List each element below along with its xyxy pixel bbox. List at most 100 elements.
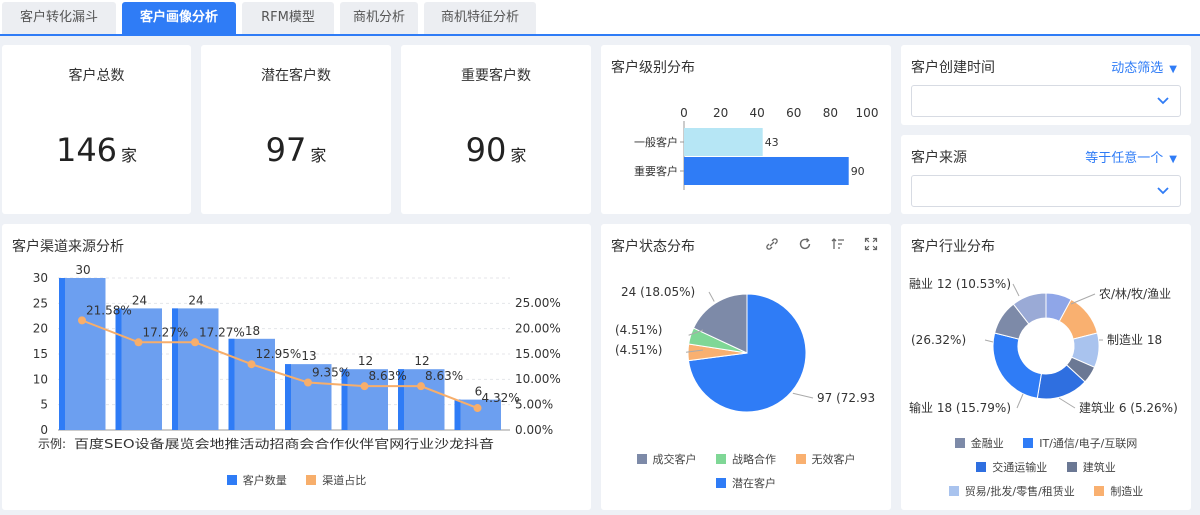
kpi-title: 潜在客户数 [261, 68, 331, 84]
count-bar-edge [285, 364, 291, 430]
legend-swatch [1094, 486, 1105, 496]
tab-opportunity-analysis[interactable]: 商机分析 [340, 2, 418, 34]
line-value-label: 21.58% [86, 303, 132, 317]
legend-swatch [636, 454, 647, 464]
y2-tick-label: 15.00% [515, 347, 561, 361]
y2-tick-label: 25.00% [515, 296, 561, 310]
tab-conversion-funnel[interactable]: 客户转化漏斗 [2, 2, 116, 34]
legend-label: 交通运输业 [992, 461, 1048, 474]
tab-rfm-model[interactable]: RFM模型 [242, 2, 334, 34]
filter-action-label: 等于任意一个 [1085, 151, 1164, 166]
line-value-label: 9.35% [312, 366, 350, 380]
legend-label: 建筑业 [1082, 461, 1116, 474]
legend-swatch [795, 454, 806, 464]
tab-customer-profile[interactable]: 客户画像分析 [122, 2, 236, 34]
x-tick-label: 40 [750, 106, 765, 120]
chevron-down-icon [1156, 93, 1170, 107]
label-leader-line [1058, 397, 1076, 409]
industry-donut-slice [992, 332, 1042, 399]
legend-item-construction[interactable]: 建筑业 [1066, 456, 1116, 480]
x-tick-label: 80 [823, 106, 838, 120]
kpi-number: 146 [55, 131, 118, 169]
industry-legend: 金融业 IT/通信/电子/互联网 交通运输业 建筑业 贸易/批发/零售/租赁业 … [901, 432, 1191, 504]
legend-item-trade[interactable]: 贸易/批发/零售/租赁业 [948, 480, 1075, 504]
ratio-point [191, 338, 199, 347]
label-leader-line [792, 392, 814, 399]
slice-label: 融业 12 (10.53%) [909, 277, 1011, 291]
legend-swatch [226, 475, 237, 485]
y-tick-label: 20 [33, 322, 48, 336]
kpi-number: 90 [465, 131, 507, 169]
x-tick-label: 20 [713, 106, 728, 120]
count-bar-edge [228, 338, 235, 430]
line-value-label: 17.27% [199, 325, 245, 339]
label-leader-line [1016, 393, 1024, 409]
legend-swatch [976, 462, 987, 472]
kpi-title: 客户总数 [68, 68, 125, 84]
label-leader-line [1012, 283, 1020, 297]
legend-swatch [716, 478, 726, 488]
y2-tick-label: 0.00% [515, 423, 553, 437]
tab-opportunity-features[interactable]: 商机特征分析 [424, 2, 536, 34]
legend-swatch [716, 454, 726, 464]
legend-label: 客户数量 [242, 474, 287, 487]
legend-item-ratio[interactable]: 渠道占比 [306, 472, 366, 488]
kpi-value: 90 家 [401, 131, 591, 169]
create-time-select[interactable] [911, 85, 1181, 117]
level-chart-card: 客户级别分布 0 20 40 60 80 100 一般客户 43 重要客户 90 [601, 45, 891, 214]
ratio-point [417, 382, 425, 391]
dynamic-filter-dropdown[interactable]: 动态筛选 ▼ [1111, 57, 1177, 76]
ratio-point [360, 382, 369, 391]
legend-item-it[interactable]: IT/通信/电子/互联网 [1023, 432, 1137, 456]
filter-action-label: 动态筛选 [1111, 61, 1164, 76]
legend-label: IT/通信/电子/互联网 [1039, 437, 1138, 450]
legend-item-count[interactable]: 客户数量 [226, 472, 287, 488]
kpi-card-total-customers: 客户总数 146 家 [2, 45, 191, 214]
source-select[interactable] [911, 175, 1181, 207]
line-value-label: 17.27% [143, 325, 189, 339]
slice-label: (26.32%) [911, 333, 966, 347]
bar-value-label: 24 [132, 293, 147, 307]
bar-value-label: 13 [301, 349, 316, 363]
bar-value-label: 43 [765, 136, 779, 149]
level-bar [684, 128, 763, 156]
legend-item-manufacturing[interactable]: 制造业 [1094, 480, 1143, 504]
industry-chart-card: 客户行业分布 融业 12 (10.53%) 农/林/牧/渔业 制造业 18 (26.3… [901, 224, 1191, 510]
kpi-unit: 家 [510, 146, 527, 165]
legend-label: 无效客户 [811, 453, 856, 466]
y-tick-label: 0 [40, 423, 48, 437]
label-leader-line [1070, 293, 1096, 305]
x-category-labels: 百度SEO设备展览会地推活动招商会合作伙伴官网行业沙龙抖音 [74, 436, 494, 451]
slice-label: 输业 18 (15.79%) [909, 400, 1011, 415]
slice-label: 农/林/牧/渔业 [1099, 287, 1171, 301]
any-of-filter-dropdown[interactable]: 等于任意一个 ▼ [1085, 147, 1177, 166]
x-tick-label: 60 [786, 106, 801, 120]
count-bar-edge [59, 278, 65, 430]
kpi-unit: 家 [121, 146, 138, 165]
filter-card-source: 客户来源 等于任意一个 ▼ [901, 135, 1191, 214]
legend-item-deal[interactable]: 成交客户 [636, 448, 697, 472]
y-tick-label: 25 [33, 296, 48, 310]
legend-item-potential[interactable]: 潜在客户 [716, 472, 776, 496]
level-bar [684, 157, 849, 185]
bar-value-label: 30 [75, 263, 90, 277]
slice-label: 制造业 18 [1107, 333, 1162, 347]
y-tick-label: 15 [33, 347, 48, 361]
line-value-label: 4.32% [482, 391, 520, 405]
slice-label: 24 (18.05%) [621, 285, 695, 299]
kpi-unit: 家 [310, 146, 327, 165]
legend-swatch [306, 475, 317, 485]
legend-item-transport[interactable]: 交通运输业 [976, 456, 1047, 480]
caret-down-icon: ▼ [1169, 64, 1177, 75]
count-bar-edge [115, 308, 122, 430]
ratio-point [473, 404, 482, 413]
ratio-point [247, 360, 256, 369]
slice-label: 97 (72.93 [817, 391, 875, 405]
legend-item-strategic[interactable]: 战略合作 [716, 448, 776, 472]
ratio-point [78, 316, 86, 325]
legend-label: 潜在客户 [732, 477, 776, 490]
legend-item-invalid[interactable]: 无效客户 [795, 448, 856, 472]
legend-item-finance[interactable]: 金融业 [954, 432, 1004, 456]
label-leader-line [708, 291, 715, 302]
legend-swatch [1023, 438, 1034, 448]
